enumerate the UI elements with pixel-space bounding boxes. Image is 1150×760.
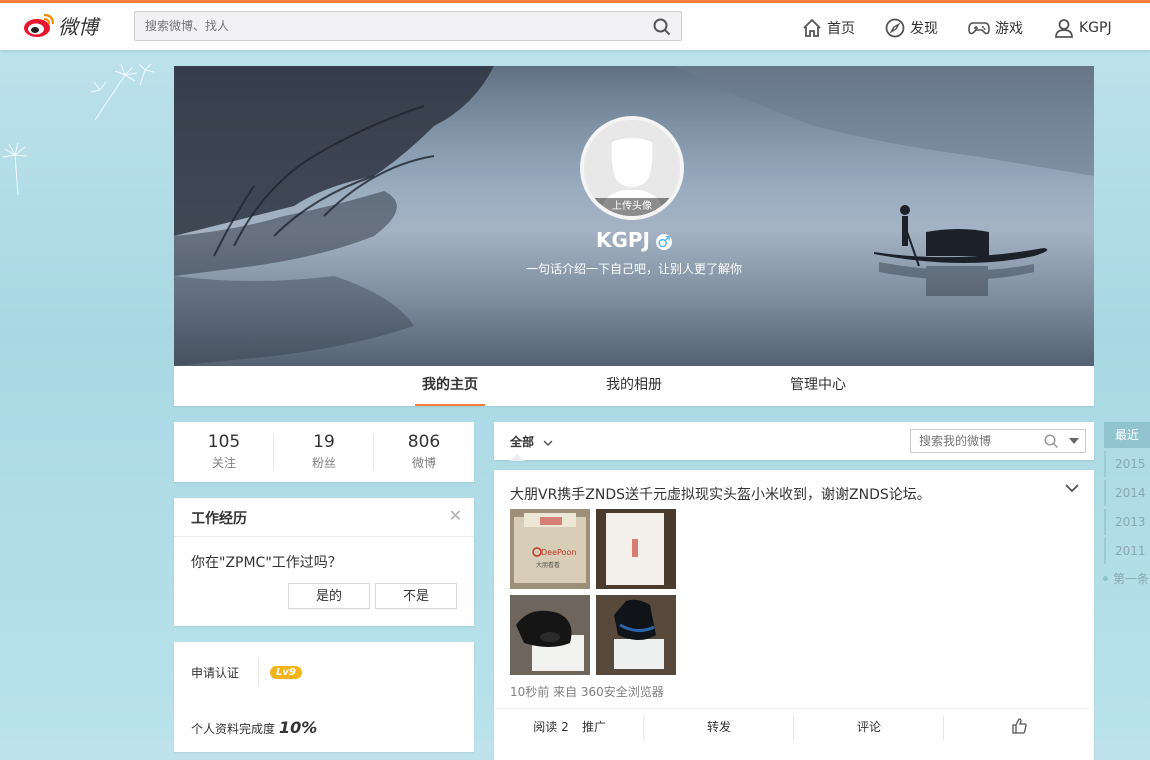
timeline-first-post[interactable]: 第一条: [1103, 570, 1150, 587]
promote-button[interactable]: 推广: [580, 718, 608, 738]
dropdown-triangle-icon[interactable]: [1069, 438, 1079, 445]
nav-user-label: KGPJ: [1079, 20, 1112, 36]
timeline-year-2013[interactable]: 2013: [1104, 509, 1150, 535]
vr-box-photo: DeePoon 大朋看看: [510, 509, 590, 589]
timeline-year-2011[interactable]: 2011: [1104, 538, 1150, 564]
yes-button[interactable]: 是的: [288, 583, 370, 609]
divider: [494, 708, 1094, 709]
logo-text: 微博: [58, 15, 98, 39]
timeline-year-2015[interactable]: 2015: [1104, 451, 1150, 477]
comment-button[interactable]: 评论: [844, 718, 894, 738]
read-count: 阅读 2: [533, 720, 569, 734]
divider: [943, 716, 944, 740]
gamepad-icon: [968, 22, 990, 35]
apply-verification-link[interactable]: 申请认证: [191, 664, 239, 681]
search-icon[interactable]: [653, 18, 671, 40]
search-icon[interactable]: [1044, 434, 1059, 449]
headset-top-photo: [596, 595, 676, 675]
no-button[interactable]: 不是: [375, 583, 457, 609]
divider: [643, 716, 644, 740]
compass-icon: [885, 18, 905, 38]
pointer-arrow: [510, 454, 524, 461]
posts-label: 微博: [411, 456, 436, 470]
headset-photo: [510, 595, 590, 675]
user-icon: [1055, 19, 1073, 38]
close-icon[interactable]: ✕: [449, 506, 462, 525]
search-input[interactable]: [135, 12, 655, 40]
following-label: 关注: [211, 456, 236, 470]
home-icon: [803, 18, 821, 37]
post-text: 大朋VR携手ZNDS送千元虚拟现实头盔小米收到，谢谢ZNDS论坛。: [510, 487, 931, 503]
tab-manage-center[interactable]: 管理中心: [783, 366, 853, 406]
divider: [174, 536, 474, 537]
search-box: [134, 11, 682, 41]
chevron-down-icon: [543, 439, 553, 446]
posts-count: 806: [407, 432, 441, 452]
male-icon: ♂: [656, 232, 672, 251]
followers-label: 粉丝: [311, 456, 336, 470]
stat-followers[interactable]: 19 粉丝: [274, 432, 374, 471]
verification-card: 申请认证 Lv9 个人资料完成度 10%: [174, 642, 474, 752]
followers-count: 19: [313, 432, 335, 452]
nav-home[interactable]: 首页: [802, 17, 855, 39]
stats-card: 105 关注 19 粉丝 806 微博: [174, 422, 474, 482]
post-image-white-box[interactable]: [596, 509, 676, 589]
post-image-box-front[interactable]: DeePoon 大朋看看: [510, 509, 590, 589]
timeline-year-2014[interactable]: 2014: [1104, 480, 1150, 506]
post-image-headset-1[interactable]: [510, 595, 590, 675]
feed-search-input[interactable]: [911, 430, 1051, 452]
timeline-nav: 最近 2015 2014 2013 2011 第一条: [1103, 422, 1150, 587]
following-count: 105: [207, 432, 241, 452]
profile-tabs: 我的主页 我的相册 管理中心: [174, 366, 1094, 406]
upload-avatar-label[interactable]: 上传头像: [584, 198, 680, 216]
nav-home-label: 首页: [827, 21, 855, 37]
post-card: 大朋VR携手ZNDS送千元虚拟现实头盔小米收到，谢谢ZNDS论坛。 DeePoo…: [494, 470, 1094, 760]
dandelion-decoration: [2, 63, 155, 196]
top-bar: 微博 首页 发现 游戏 KGPJ: [0, 0, 1150, 50]
profile-username: KGPJ ♂: [174, 228, 1094, 252]
work-experience-card: 工作经历 ✕ 你在"ZPMC"工作过吗？ 是的 不是: [174, 498, 474, 626]
stat-following[interactable]: 105 关注: [174, 432, 274, 471]
box-sub-text: 大朋看看: [536, 561, 560, 569]
nav-games-label: 游戏: [995, 21, 1023, 37]
username-text: KGPJ: [595, 228, 650, 252]
box-brand-text: DeePoon: [541, 548, 576, 557]
tab-my-home[interactable]: 我的主页: [415, 366, 485, 406]
feed-search-box: [910, 429, 1086, 453]
completion-label: 个人资料完成度: [191, 722, 276, 736]
timeline-recent[interactable]: 最近: [1104, 422, 1150, 448]
thumbs-up-icon: [1012, 718, 1027, 734]
profile-cover: 上传头像 KGPJ ♂ 一句话介绍一下自己吧，让别人更了解你: [174, 66, 1094, 366]
profile-intro[interactable]: 一句话介绍一下自己吧，让别人更了解你: [174, 260, 1094, 277]
chevron-down-icon[interactable]: [1064, 480, 1080, 496]
nav-games[interactable]: 游戏: [968, 17, 1023, 39]
tab-my-album[interactable]: 我的相册: [599, 366, 669, 406]
profile-completion[interactable]: 个人资料完成度 10%: [191, 718, 317, 737]
filter-all-dropdown[interactable]: 全部: [510, 433, 554, 450]
work-question: 你在"ZPMC"工作过吗？: [191, 555, 342, 571]
divider: [793, 716, 794, 740]
filter-all-label: 全部: [510, 435, 535, 449]
nav-discover[interactable]: 发现: [885, 17, 938, 39]
completion-value: 10%: [279, 718, 318, 737]
repost-button[interactable]: 转发: [694, 718, 744, 738]
work-title: 工作经历: [191, 511, 247, 527]
feed-filter-bar: 全部: [494, 422, 1094, 461]
avatar[interactable]: 上传头像: [580, 116, 684, 220]
nav-discover-label: 发现: [910, 21, 938, 37]
white-box-photo: [596, 509, 676, 589]
stat-posts[interactable]: 806 微博: [374, 432, 474, 471]
like-button[interactable]: [1004, 718, 1034, 738]
level-badge[interactable]: Lv9: [270, 666, 302, 679]
post-image-headset-2[interactable]: [596, 595, 676, 675]
divider: [258, 658, 259, 686]
nav-user[interactable]: KGPJ: [1054, 17, 1112, 39]
weibo-eye-icon: [24, 13, 55, 37]
post-meta[interactable]: 10秒前 来自 360安全浏览器: [510, 683, 664, 700]
